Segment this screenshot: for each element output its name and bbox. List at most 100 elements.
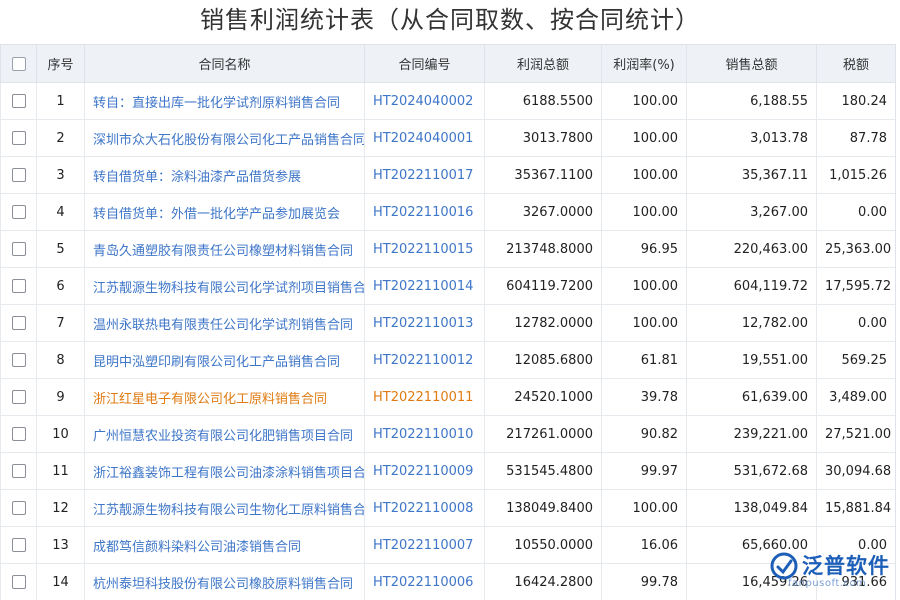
row-checkbox[interactable] [12, 353, 26, 367]
table-row[interactable]: 4转自借货单：外借一批化学产品参加展览会HT20221100163267.000… [1, 194, 896, 231]
contract-code-link[interactable]: HT2024040002 [365, 83, 485, 120]
column-header-sales[interactable]: 销售总额 [687, 45, 817, 83]
row-index: 1 [37, 83, 85, 120]
contract-code-link[interactable]: HT2024040001 [365, 120, 485, 157]
table-row[interactable]: 11浙江裕鑫装饰工程有限公司油漆涂料销售项目合同HT20221100095315… [1, 453, 896, 490]
table-row[interactable]: 10广州恒慧农业投资有限公司化肥销售项目合同HT2022110010217261… [1, 416, 896, 453]
row-checkbox[interactable] [12, 427, 26, 441]
sales-total-cell: 138,049.84 [687, 490, 817, 527]
contract-code-link[interactable]: HT2022110016 [365, 194, 485, 231]
row-checkbox[interactable] [12, 131, 26, 145]
contract-name-link[interactable]: 杭州泰坦科技股份有限公司橡胶原料销售合同 [85, 564, 365, 600]
row-checkbox-cell[interactable] [1, 564, 37, 600]
row-index: 12 [37, 490, 85, 527]
profit-total-cell: 3267.0000 [485, 194, 602, 231]
contract-name-link[interactable]: 江苏靓源生物科技有限公司生物化工原料销售合同 [85, 490, 365, 527]
contract-name-link[interactable]: 浙江红星电子有限公司化工原料销售合同 [85, 379, 365, 416]
contract-code-link[interactable]: HT2022110007 [365, 527, 485, 564]
row-checkbox[interactable] [12, 575, 26, 589]
contract-code-link[interactable]: HT2022110011 [365, 379, 485, 416]
contract-code-link[interactable]: HT2022110012 [365, 342, 485, 379]
contract-code-link[interactable]: HT2022110017 [365, 157, 485, 194]
table-row[interactable]: 7温州永联热电有限责任公司化学试剂销售合同HT202211001312782.0… [1, 305, 896, 342]
contract-code-link[interactable]: HT2022110009 [365, 453, 485, 490]
column-header-code[interactable]: 合同编号 [365, 45, 485, 83]
table-row[interactable]: 2深圳市众大石化股份有限公司化工产品销售合同HT20240400013013.7… [1, 120, 896, 157]
contract-code-link[interactable]: HT2022110008 [365, 490, 485, 527]
row-checkbox-cell[interactable] [1, 231, 37, 268]
contract-name-link[interactable]: 成都笃信颜料染料公司油漆销售合同 [85, 527, 365, 564]
table-row[interactable]: 12江苏靓源生物科技有限公司生物化工原料销售合同HT20221100081380… [1, 490, 896, 527]
row-checkbox-cell[interactable] [1, 268, 37, 305]
contract-code-link[interactable]: HT2022110013 [365, 305, 485, 342]
row-checkbox[interactable] [12, 205, 26, 219]
row-checkbox-cell[interactable] [1, 453, 37, 490]
tax-cell: 15,881.84 [817, 490, 896, 527]
row-index: 10 [37, 416, 85, 453]
contract-name-link[interactable]: 转自借货单：涂料油漆产品借货参展 [85, 157, 365, 194]
row-checkbox-cell[interactable] [1, 120, 37, 157]
contract-code-link[interactable]: HT2022110010 [365, 416, 485, 453]
row-checkbox[interactable] [12, 316, 26, 330]
tax-cell: 3,489.00 [817, 379, 896, 416]
contract-code-link[interactable]: HT2022110015 [365, 231, 485, 268]
contract-name-link[interactable]: 昆明中泓塑印刷有限公司化工产品销售合同 [85, 342, 365, 379]
page-title: 销售利润统计表（从合同取数、按合同统计） [0, 0, 900, 44]
row-index: 7 [37, 305, 85, 342]
row-checkbox-cell[interactable] [1, 379, 37, 416]
table-row[interactable]: 5青岛久通塑胶有限责任公司橡塑材料销售合同HT2022110015213748.… [1, 231, 896, 268]
row-index: 3 [37, 157, 85, 194]
row-index: 11 [37, 453, 85, 490]
column-header-profit[interactable]: 利润总额 [485, 45, 602, 83]
row-checkbox-cell[interactable] [1, 194, 37, 231]
sales-total-cell: 239,221.00 [687, 416, 817, 453]
row-checkbox[interactable] [12, 538, 26, 552]
tax-cell: 569.25 [817, 342, 896, 379]
sales-total-cell: 61,639.00 [687, 379, 817, 416]
column-header-tax[interactable]: 税额 [817, 45, 896, 83]
row-checkbox[interactable] [12, 501, 26, 515]
table-row[interactable]: 3转自借货单：涂料油漆产品借货参展HT202211001735367.11001… [1, 157, 896, 194]
contract-name-link[interactable]: 青岛久通塑胶有限责任公司橡塑材料销售合同 [85, 231, 365, 268]
tax-cell: 30,094.68 [817, 453, 896, 490]
contract-name-link[interactable]: 转自借货单：外借一批化学产品参加展览会 [85, 194, 365, 231]
contract-name-link[interactable]: 广州恒慧农业投资有限公司化肥销售项目合同 [85, 416, 365, 453]
profit-rate-cell: 100.00 [602, 194, 687, 231]
column-header-name[interactable]: 合同名称 [85, 45, 365, 83]
row-checkbox[interactable] [12, 242, 26, 256]
profit-rate-cell: 99.97 [602, 453, 687, 490]
contract-name-link[interactable]: 深圳市众大石化股份有限公司化工产品销售合同 [85, 120, 365, 157]
select-all-cell[interactable] [1, 45, 37, 83]
table-row[interactable]: 9浙江红星电子有限公司化工原料销售合同HT202211001124520.100… [1, 379, 896, 416]
table-body: 1转自：直接出库一批化学试剂原料销售合同HT20240400026188.550… [1, 83, 896, 600]
row-checkbox[interactable] [12, 390, 26, 404]
contract-code-link[interactable]: HT2022110006 [365, 564, 485, 600]
contract-name-link[interactable]: 浙江裕鑫装饰工程有限公司油漆涂料销售项目合同 [85, 453, 365, 490]
contract-name-link[interactable]: 江苏靓源生物科技有限公司化学试剂项目销售合同 [85, 268, 365, 305]
sales-total-cell: 531,672.68 [687, 453, 817, 490]
table-row[interactable]: 8昆明中泓塑印刷有限公司化工产品销售合同HT202211001212085.68… [1, 342, 896, 379]
column-header-idx[interactable]: 序号 [37, 45, 85, 83]
row-checkbox-cell[interactable] [1, 527, 37, 564]
row-checkbox[interactable] [12, 279, 26, 293]
select-all-checkbox[interactable] [12, 57, 26, 71]
contract-name-link[interactable]: 温州永联热电有限责任公司化学试剂销售合同 [85, 305, 365, 342]
tax-cell: 17,595.72 [817, 268, 896, 305]
profit-total-cell: 35367.1100 [485, 157, 602, 194]
column-header-rate[interactable]: 利润率(%) [602, 45, 687, 83]
row-checkbox-cell[interactable] [1, 305, 37, 342]
table-row[interactable]: 6江苏靓源生物科技有限公司化学试剂项目销售合同HT202211001460411… [1, 268, 896, 305]
row-index: 13 [37, 527, 85, 564]
row-checkbox[interactable] [12, 168, 26, 182]
row-checkbox-cell[interactable] [1, 157, 37, 194]
row-checkbox-cell[interactable] [1, 490, 37, 527]
row-checkbox[interactable] [12, 94, 26, 108]
contract-name-link[interactable]: 转自：直接出库一批化学试剂原料销售合同 [85, 83, 365, 120]
profit-total-cell: 217261.0000 [485, 416, 602, 453]
table-row[interactable]: 1转自：直接出库一批化学试剂原料销售合同HT20240400026188.550… [1, 83, 896, 120]
row-checkbox-cell[interactable] [1, 83, 37, 120]
row-checkbox[interactable] [12, 464, 26, 478]
row-checkbox-cell[interactable] [1, 416, 37, 453]
row-checkbox-cell[interactable] [1, 342, 37, 379]
contract-code-link[interactable]: HT2022110014 [365, 268, 485, 305]
